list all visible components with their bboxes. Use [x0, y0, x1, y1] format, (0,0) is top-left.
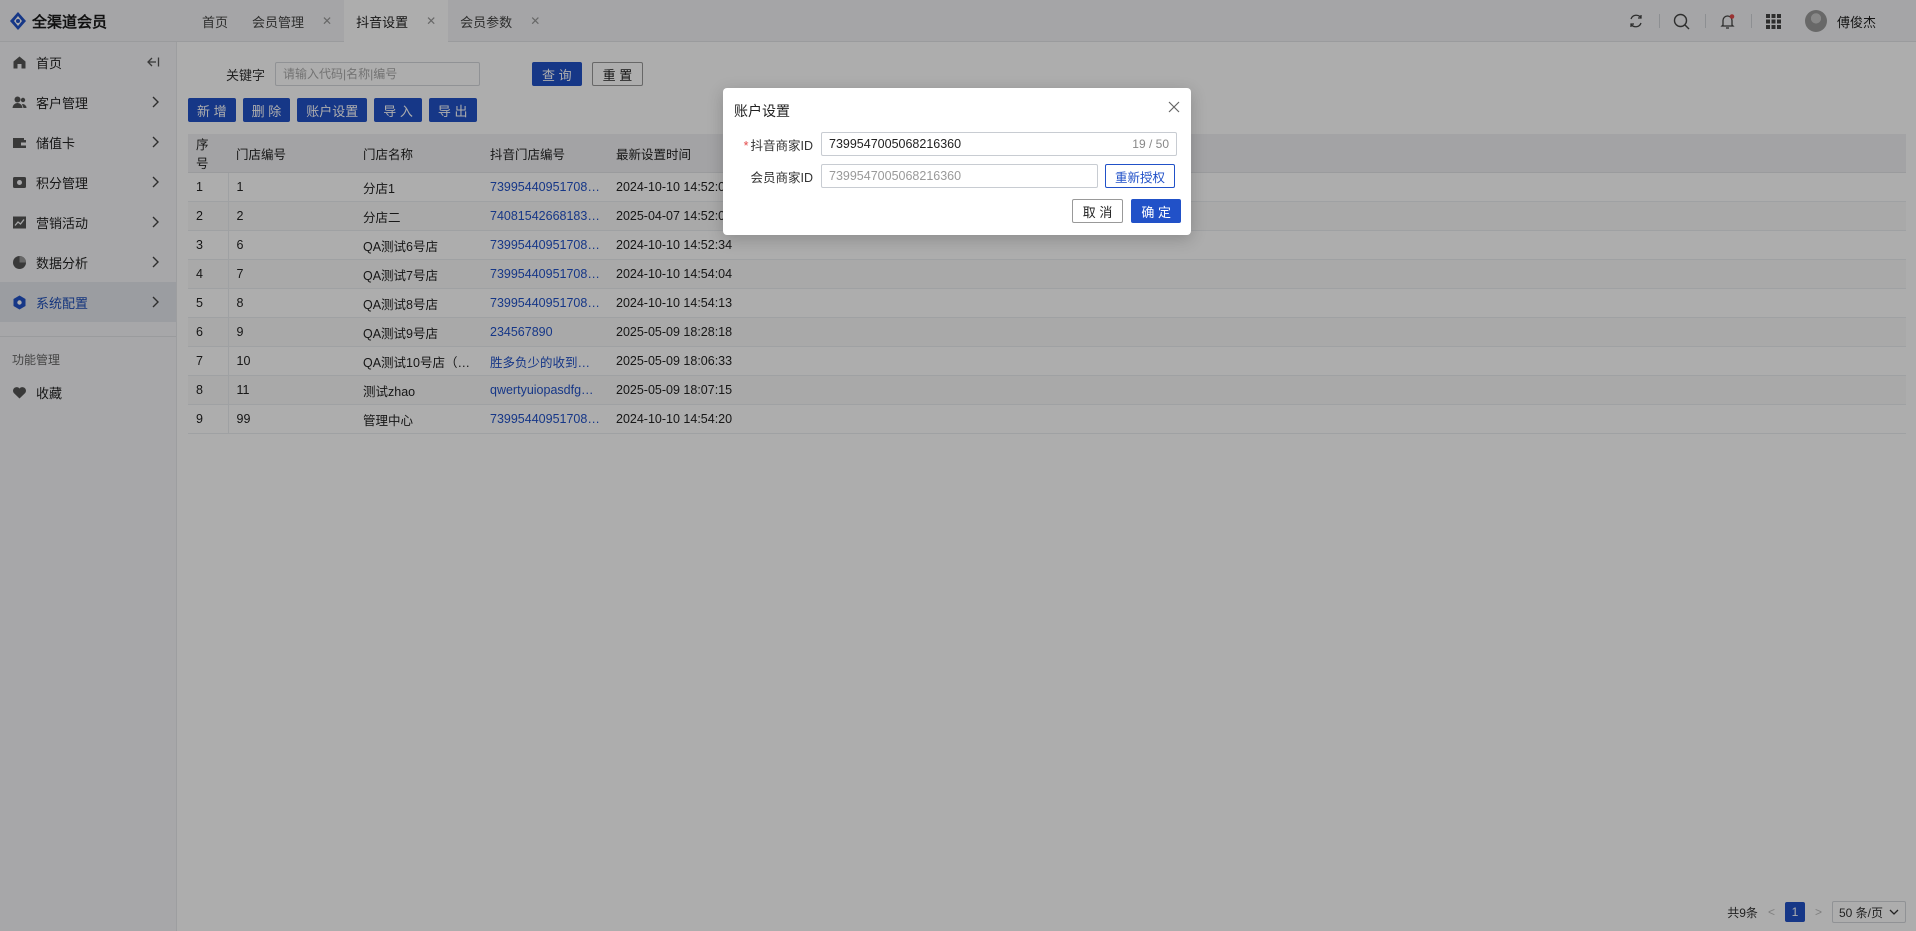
close-icon[interactable]: [1167, 100, 1181, 117]
member-merchant-id-input: 7399547005068216360: [821, 164, 1098, 188]
douyin-merchant-id-value: 7399547005068216360: [829, 137, 962, 151]
member-merchant-label: 会员商家ID: [750, 170, 813, 185]
reauthorize-button[interactable]: 重新授权: [1105, 164, 1176, 188]
douyin-merchant-label: 抖音商家ID: [750, 138, 813, 153]
dialog-title: 账户设置: [734, 103, 790, 119]
confirm-button[interactable]: 确 定: [1131, 199, 1181, 223]
required-mark: *: [743, 138, 749, 153]
member-merchant-id-value: 7399547005068216360: [829, 169, 962, 183]
dialog-actions: 取 消 确 定: [1071, 199, 1181, 223]
member-merchant-row: 会员商家ID 7399547005068216360 重新授权: [733, 164, 1181, 188]
account-settings-dialog: 账户设置 * 抖音商家ID 7399547005068216360 19 / 50…: [723, 88, 1191, 235]
douyin-merchant-row: * 抖音商家ID 7399547005068216360 19 / 50: [733, 132, 1181, 156]
cancel-button[interactable]: 取 消: [1071, 199, 1124, 223]
char-counter: 19 / 50: [1132, 137, 1169, 151]
douyin-merchant-id-input[interactable]: 7399547005068216360 19 / 50: [821, 132, 1177, 156]
